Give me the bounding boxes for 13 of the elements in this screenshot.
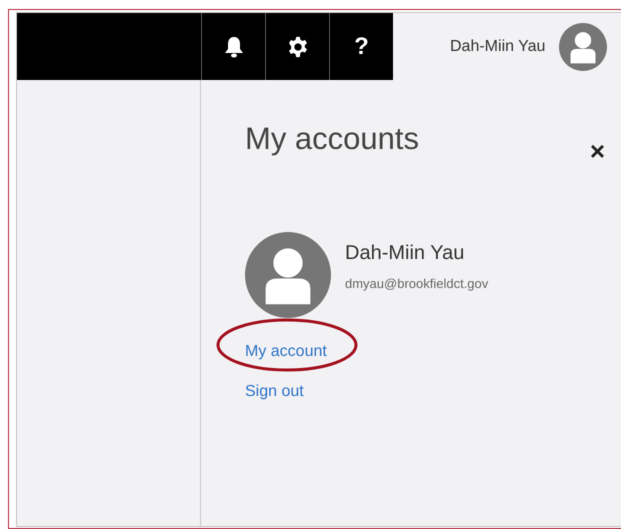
- help-button[interactable]: ?: [329, 13, 393, 80]
- account-name: Dah-Miin Yau: [345, 241, 466, 266]
- account-email: dmyau@brookfieldct.gov: [345, 275, 488, 293]
- user-avatar: [559, 22, 608, 70]
- user-name[interactable]: Dah-Miin Yau: [450, 34, 546, 58]
- notifications-button[interactable]: [201, 13, 265, 80]
- panel-title: My accounts: [245, 120, 420, 158]
- gear-icon: [286, 36, 308, 58]
- my-account-link[interactable]: My account: [245, 343, 327, 360]
- settings-button[interactable]: [265, 13, 329, 80]
- bell-icon: [224, 36, 244, 58]
- close-button[interactable]: ×: [590, 138, 605, 164]
- sign-out-link[interactable]: Sign out: [245, 383, 304, 400]
